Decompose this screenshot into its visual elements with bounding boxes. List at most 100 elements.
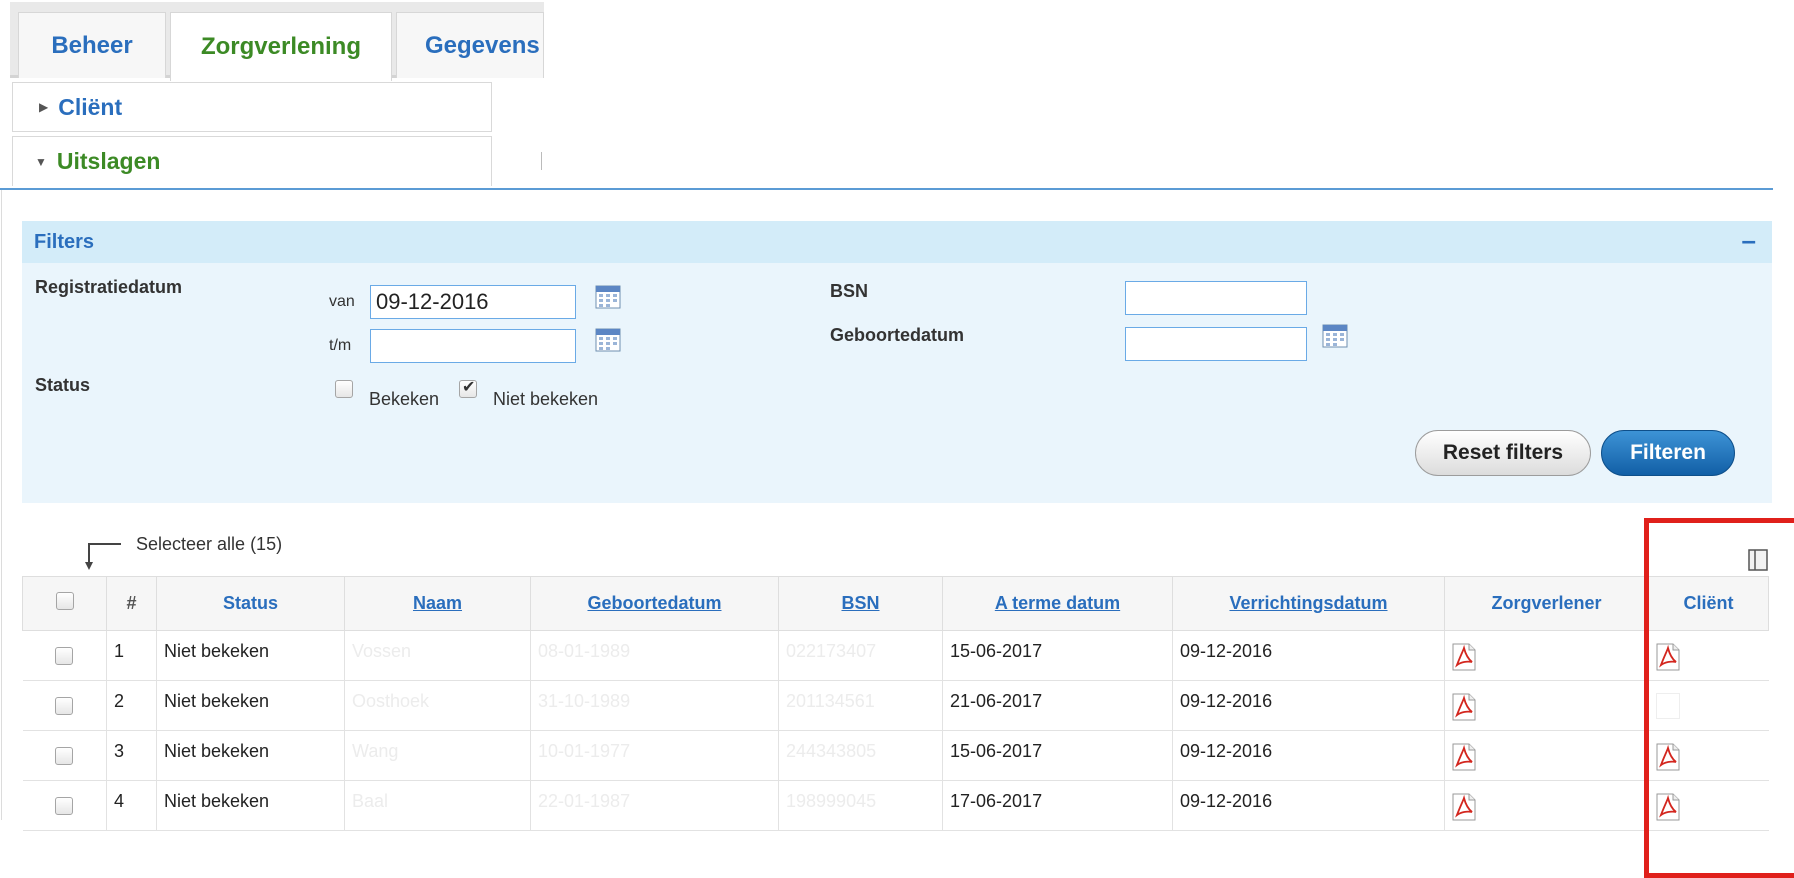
row-status: Niet bekeken	[156, 780, 345, 831]
caret-right-icon: ▶	[39, 100, 49, 114]
row-checkbox[interactable]	[55, 797, 74, 815]
row-verrichtingsdatum: 09-12-2016	[1172, 780, 1445, 831]
row-nr: 4	[106, 780, 157, 831]
pdf-icon[interactable]	[1452, 743, 1476, 771]
row-a-terme-datum: 21-06-2017	[942, 680, 1173, 731]
table-row[interactable]: 3 Niet bekeken Wang 10-01-1977 244343805…	[22, 730, 1769, 781]
pdf-icon[interactable]	[1452, 643, 1476, 671]
caret-down-icon: ▼	[35, 154, 47, 169]
filters-title: Filters	[34, 230, 95, 253]
row-geboortedatum: 31-10-1989	[530, 680, 779, 731]
row-zorgverlener-cell	[1444, 730, 1649, 781]
row-select-cell	[22, 630, 107, 681]
header-nr: #	[106, 576, 157, 631]
select-all-arrow-icon	[85, 543, 121, 570]
reset-filters-button[interactable]: Reset filters	[1415, 430, 1591, 476]
row-naam: Baal	[344, 780, 531, 831]
accordion-client[interactable]: ▶ Cliënt	[12, 82, 492, 132]
tab-zorgverlening[interactable]: Zorgverlening	[170, 12, 392, 81]
accordion-uitslagen[interactable]: ▼ Uitslagen	[12, 136, 492, 186]
collapse-icon[interactable]: –	[1742, 225, 1756, 255]
filters-panel: Filters – Registratiedatum van t/m Statu…	[22, 221, 1772, 503]
divider	[541, 152, 542, 170]
registratiedatum-van-input[interactable]	[370, 285, 576, 319]
row-zorgverlener-cell	[1444, 780, 1649, 831]
row-bsn: 022173407	[778, 630, 943, 681]
select-all-link[interactable]: Selecteer alle (15)	[136, 534, 282, 555]
status-niet-bekeken-checkbox[interactable]: ✔	[459, 379, 477, 398]
row-bsn: 201134561	[778, 680, 943, 731]
annotation-highlight-box	[1644, 518, 1794, 878]
pdf-icon[interactable]	[1452, 693, 1476, 721]
row-naam: Oosthoek	[344, 680, 531, 731]
geboortedatum-input[interactable]	[1125, 327, 1307, 361]
table-header: # Status Naam Geboortedatum BSN A terme …	[22, 576, 1769, 631]
row-a-terme-datum: 15-06-2017	[942, 730, 1173, 781]
row-bsn: 244343805	[778, 730, 943, 781]
bsn-input[interactable]	[1125, 281, 1307, 315]
status-niet-bekeken-label: Niet bekeken	[493, 389, 599, 409]
status-label: Status	[35, 375, 91, 395]
row-zorgverlener-cell	[1444, 630, 1649, 681]
row-zorgverlener-cell	[1444, 680, 1649, 731]
header-a-terme-datum[interactable]: A terme datum	[942, 576, 1173, 631]
header-status: Status	[156, 576, 345, 631]
row-status: Niet bekeken	[156, 680, 345, 731]
row-verrichtingsdatum: 09-12-2016	[1172, 730, 1445, 781]
bsn-label: BSN	[830, 281, 869, 301]
row-naam: Wang	[344, 730, 531, 781]
row-verrichtingsdatum: 09-12-2016	[1172, 680, 1445, 731]
row-nr: 2	[106, 680, 157, 731]
accordion-uitslagen-label: Uitslagen	[56, 148, 161, 174]
pdf-icon[interactable]	[1452, 793, 1476, 821]
row-bsn: 198999045	[778, 780, 943, 831]
row-select-cell	[22, 730, 107, 781]
row-status: Niet bekeken	[156, 630, 345, 681]
row-checkbox[interactable]	[55, 647, 74, 665]
row-nr: 1	[106, 630, 157, 681]
registratiedatum-tm-input[interactable]	[370, 329, 576, 363]
header-zorgverlener: Zorgverlener	[1444, 576, 1649, 631]
row-select-cell	[22, 680, 107, 731]
calendar-icon[interactable]	[1322, 324, 1348, 348]
header-verrichtingsdatum[interactable]: Verrichtingsdatum	[1172, 576, 1445, 631]
accordion-client-label: Cliënt	[58, 93, 123, 120]
tab-gegevens[interactable]: Gegevens	[396, 12, 544, 78]
filters-header[interactable]: Filters –	[22, 221, 1772, 263]
row-geboortedatum: 08-01-1989	[530, 630, 779, 681]
results-table: # Status Naam Geboortedatum BSN A terme …	[22, 576, 1769, 831]
row-checkbox[interactable]	[55, 747, 74, 765]
header-naam[interactable]: Naam	[344, 576, 531, 631]
header-bsn[interactable]: BSN	[778, 576, 943, 631]
row-a-terme-datum: 15-06-2017	[942, 630, 1173, 681]
row-select-cell	[22, 780, 107, 831]
filter-button[interactable]: Filteren	[1601, 430, 1735, 476]
row-naam: Vossen	[344, 630, 531, 681]
tm-label: t/m	[329, 337, 352, 354]
row-geboortedatum: 22-01-1987	[530, 780, 779, 831]
select-all-checkbox[interactable]	[55, 592, 74, 610]
table-row[interactable]: 1 Niet bekeken Vossen 08-01-1989 0221734…	[22, 630, 1769, 681]
van-label: van	[329, 293, 355, 310]
row-checkbox[interactable]	[55, 697, 74, 715]
header-select-checkbox-cell	[22, 576, 107, 631]
table-row[interactable]: 4 Niet bekeken Baal 22-01-1987 198999045…	[22, 780, 1769, 831]
row-verrichtingsdatum: 09-12-2016	[1172, 630, 1445, 681]
table-row[interactable]: 2 Niet bekeken Oosthoek 31-10-1989 20113…	[22, 680, 1769, 731]
main-tab-bar: Beheer Zorgverlening Gegevens	[10, 2, 544, 81]
tab-beheer[interactable]: Beheer	[18, 12, 166, 78]
status-bekeken-label: Bekeken	[369, 389, 440, 409]
section-divider	[0, 188, 1773, 190]
geboortedatum-label: Geboortedatum	[830, 325, 965, 345]
registratiedatum-label: Registratiedatum	[35, 277, 183, 297]
calendar-icon[interactable]	[595, 328, 621, 352]
content-border	[1, 190, 2, 820]
row-a-terme-datum: 17-06-2017	[942, 780, 1173, 831]
status-bekeken-checkbox[interactable]	[335, 380, 353, 398]
row-nr: 3	[106, 730, 157, 781]
row-geboortedatum: 10-01-1977	[530, 730, 779, 781]
header-geboortedatum[interactable]: Geboortedatum	[530, 576, 779, 631]
calendar-icon[interactable]	[595, 285, 621, 309]
row-status: Niet bekeken	[156, 730, 345, 781]
checkmark-icon: ✔	[462, 379, 476, 396]
